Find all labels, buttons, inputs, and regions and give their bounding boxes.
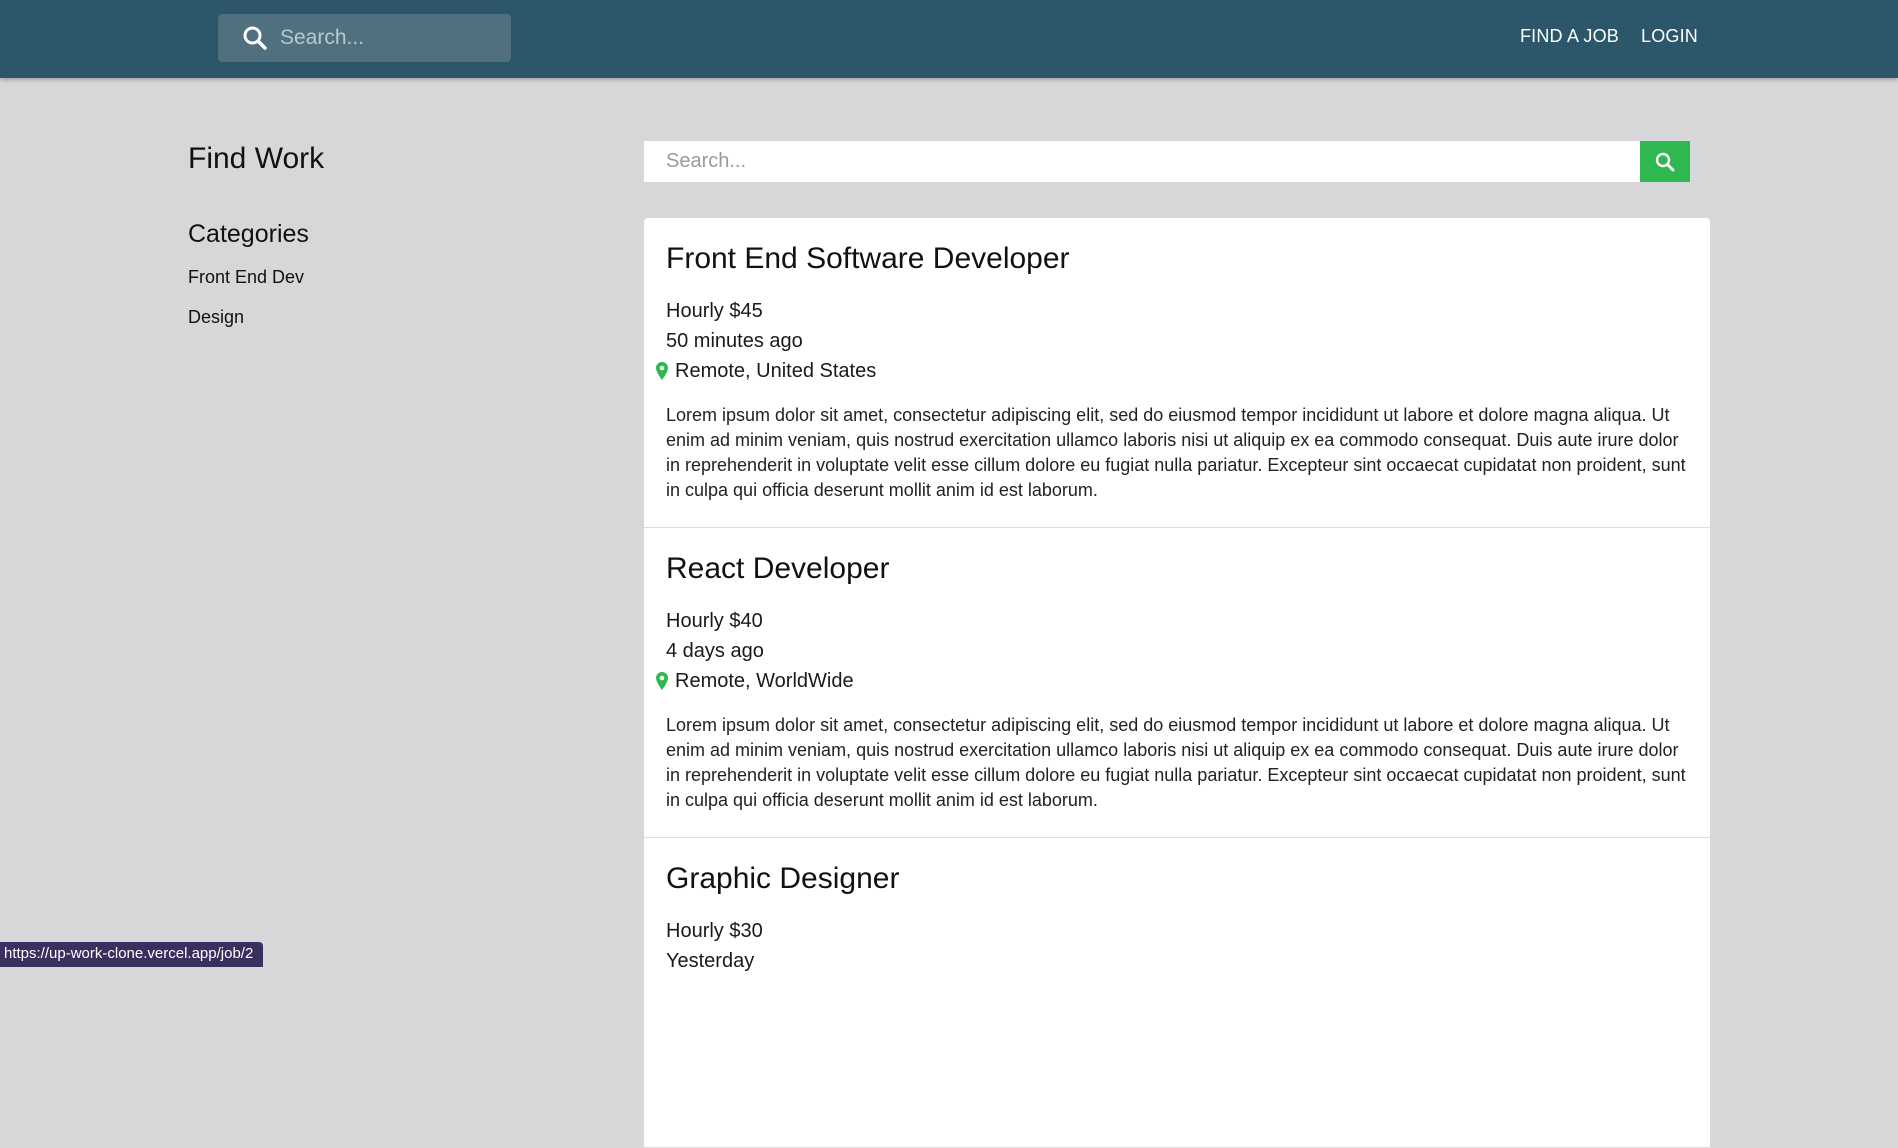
job-rate: Hourly $30: [666, 920, 763, 942]
job-card[interactable]: React Developer Hourly $40 4 days ago Re…: [644, 528, 1710, 838]
search-icon: [1655, 152, 1675, 171]
page-title: Find Work: [188, 142, 325, 175]
job-location: Remote, United States: [656, 356, 1688, 386]
job-title[interactable]: Front End Software Developer: [666, 242, 1688, 276]
job-posted: 50 minutes ago: [666, 330, 803, 352]
category-front-end-dev[interactable]: Front End Dev: [188, 267, 568, 288]
job-title[interactable]: React Developer: [666, 552, 1688, 586]
category-design[interactable]: Design: [188, 307, 568, 328]
location-pin-icon: [656, 362, 668, 380]
top-navbar: FIND A JOB LOGIN: [0, 0, 1898, 78]
job-description: Lorem ipsum dolor sit amet, consectetur …: [666, 405, 1686, 500]
job-rate: Hourly $45: [666, 300, 763, 322]
job-posted: 4 days ago: [666, 640, 764, 662]
nav-find-a-job[interactable]: FIND A JOB: [1520, 26, 1619, 47]
nav-login[interactable]: LOGIN: [1641, 26, 1698, 47]
location-pin-icon: [656, 672, 668, 690]
job-meta: Hourly $40 4 days ago Remote, WorldWide: [656, 606, 1688, 696]
job-search-bar: [644, 141, 1690, 182]
job-meta: Hourly $30 Yesterday: [666, 916, 1688, 976]
nav-links: FIND A JOB LOGIN: [1520, 26, 1698, 47]
job-location-text: Remote, United States: [675, 360, 877, 382]
job-rate: Hourly $40: [666, 610, 763, 632]
header-search[interactable]: [218, 14, 511, 62]
job-description: Lorem ipsum dolor sit amet, consectetur …: [666, 715, 1686, 810]
job-card[interactable]: Graphic Designer Hourly $30 Yesterday: [644, 838, 1710, 1148]
job-card[interactable]: Front End Software Developer Hourly $45 …: [644, 218, 1710, 528]
job-search-button[interactable]: [1640, 141, 1690, 182]
job-location-text: Remote, WorldWide: [675, 670, 854, 692]
status-bar-url: https://up-work-clone.vercel.app/job/2: [0, 942, 264, 967]
search-icon: [243, 26, 267, 50]
categories-list: Front End Dev Design: [188, 267, 568, 328]
job-list: Front End Software Developer Hourly $45 …: [644, 218, 1710, 1148]
header-search-input[interactable]: [280, 26, 500, 50]
job-title[interactable]: Graphic Designer: [666, 862, 1688, 896]
categories-heading: Categories: [188, 220, 309, 248]
job-posted: Yesterday: [666, 950, 755, 972]
job-meta: Hourly $45 50 minutes ago Remote, United…: [656, 296, 1688, 386]
job-search-input[interactable]: [644, 141, 1640, 182]
sidebar: Find Work Categories Front End Dev Desig…: [188, 142, 568, 347]
job-location: Remote, WorldWide: [656, 666, 1688, 696]
